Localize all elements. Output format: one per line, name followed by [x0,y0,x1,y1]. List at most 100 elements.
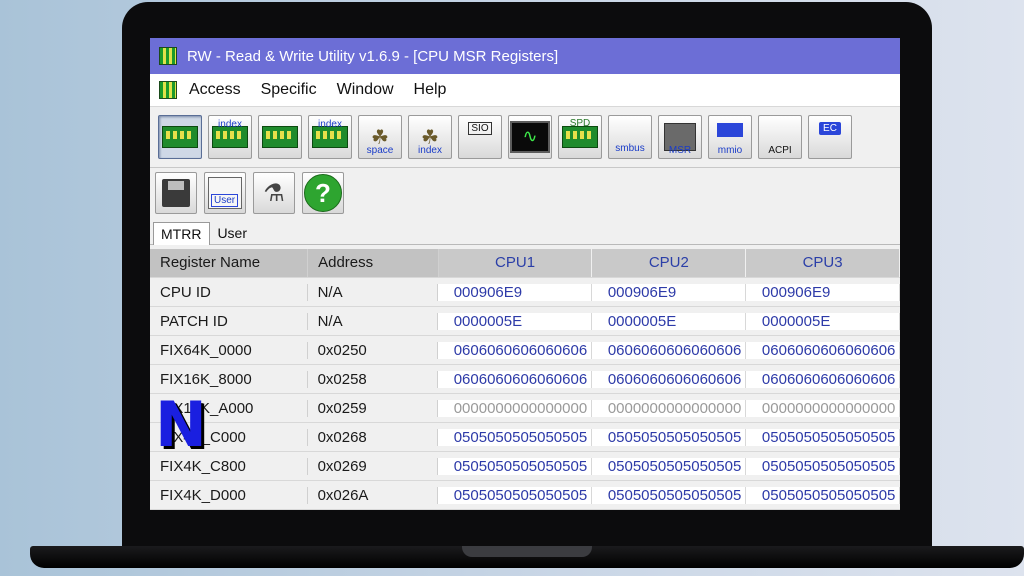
cpu3-value-cell[interactable]: 000906E9 [745,283,900,301]
microscope-button[interactable]: ⚗ [253,172,295,214]
cpu3-value-cell[interactable]: 0505050505050505 [745,457,900,475]
address-cell[interactable]: 0x026A [307,486,438,504]
address-cell[interactable]: N/A [307,283,438,301]
tab-user[interactable]: User [210,222,255,244]
msr-icon: MSR [668,145,692,156]
cpu1-value-cell[interactable]: 0505050505050505 [437,428,592,446]
cpu1-value-cell[interactable]: 0505050505050505 [437,486,592,504]
user-icon: User [208,177,242,209]
address-cell[interactable]: 0x0269 [307,457,438,475]
pci-board-button[interactable] [158,115,202,159]
cpu2-value-cell[interactable]: 0606060606060606 [591,370,746,388]
memory-button[interactable] [258,115,302,159]
system-menu-icon[interactable] [159,81,177,99]
cpu2-value-cell[interactable]: 0000005E [591,312,746,330]
acpi-button[interactable]: ACPI [758,115,802,159]
save-icon [162,179,190,207]
cpu3-value-cell[interactable]: 0000005E [745,312,900,330]
spd-button[interactable]: SPD [558,115,602,159]
index-memory-button[interactable]: index [308,115,352,159]
window-title: RW - Read & Write Utility v1.6.9 - [CPU … [187,47,559,65]
io-index-button[interactable]: ☘ index [408,115,452,159]
mmio-button[interactable]: mmio [708,115,752,159]
table-row[interactable]: CPU ID N/A 000906E9 000906E9 000906E9 [150,278,900,307]
register-name-cell[interactable]: FIX4K_D000 [150,486,308,504]
address-cell[interactable]: 0x0268 [307,428,438,446]
oscilloscope-icon: ∿ [510,121,550,153]
register-name-cell[interactable]: CPU ID [150,283,308,301]
help-button[interactable]: ? [302,172,344,214]
msr-button[interactable]: MSR [658,115,702,159]
user-button[interactable]: User [204,172,246,214]
column-register-name[interactable]: Register Name [150,249,309,277]
acpi-icon: ACPI [768,145,792,156]
cpu1-value-cell[interactable]: 0000005E [437,312,592,330]
table-row[interactable]: PATCH ID N/A 0000005E 0000005E 0000005E [150,307,900,336]
table-row[interactable]: FIX64K_0000 0x0250 0606060606060606 0606060… [150,336,900,365]
menu-window[interactable]: Window [337,81,394,99]
sio-button[interactable]: SIO [458,115,502,159]
cpu1-value-cell[interactable]: 0606060606060606 [437,341,592,359]
menu-access[interactable]: Access [189,81,241,99]
column-cpu3[interactable]: CPU3 [746,249,900,277]
register-name-cell[interactable]: FIX16K_8000 [150,370,308,388]
tab-mtrr[interactable]: MTRR [153,222,211,245]
cpu2-value-cell[interactable]: 0000000000000000 [591,399,746,417]
cpu1-value-cell[interactable]: 0000000000000000 [437,399,592,417]
mmio-icon: mmio [717,145,743,156]
save-button[interactable] [155,172,197,214]
cpu1-value-cell[interactable]: 0505050505050505 [437,457,592,475]
mmio-box-icon [717,123,743,137]
menu-specific[interactable]: Specific [261,81,317,99]
title-bar: RW - Read & Write Utility v1.6.9 - [CPU … [150,38,900,74]
ec-icon: EC [819,122,841,135]
table-row[interactable]: FIX16K_A000 0x0259 0000000000000000 0000000… [150,394,900,423]
address-cell[interactable]: N/A [307,312,438,330]
column-cpu1[interactable]: CPU1 [438,249,593,277]
menu-bar: Access Specific Window Help [150,74,900,107]
address-cell[interactable]: 0x0258 [307,370,438,388]
cpu3-value-cell[interactable]: 0505050505050505 [745,486,900,504]
menu-help[interactable]: Help [414,81,447,99]
column-cpu2[interactable]: CPU2 [592,249,747,277]
help-icon: ? [304,174,342,212]
column-address[interactable]: Address [308,249,439,277]
cpu3-value-cell[interactable]: 0606060606060606 [745,341,900,359]
table-row[interactable]: FIX4K_C800 0x0269 0505050505050505 05050505… [150,452,900,481]
cpu3-value-cell[interactable]: 0000000000000000 [745,399,900,417]
cpu3-value-cell[interactable]: 0606060606060606 [745,370,900,388]
cpu2-value-cell[interactable]: 0606060606060606 [591,341,746,359]
cpu2-value-cell[interactable]: 0505050505050505 [591,428,746,446]
register-table: Register Name Address CPU1 CPU2 CPU3 CPU… [150,249,900,510]
ec-button[interactable]: EC [808,115,852,159]
spd-icon: SPD [569,118,591,129]
app-icon [159,47,177,65]
table-row[interactable]: FIX4K_C000 0x0268 0505050505050505 05050505… [150,423,900,452]
laptop-notch [462,546,592,557]
smbus-icon: smbus [615,143,645,154]
cpu3-value-cell[interactable]: 0505050505050505 [745,428,900,446]
sio-icon: SIO [468,122,492,135]
cpu2-value-cell[interactable]: 0505050505050505 [591,457,746,475]
smbus-button[interactable]: smbus [608,115,652,159]
io-space-button[interactable]: ☘ space [358,115,402,159]
address-cell[interactable]: 0x0250 [307,341,438,359]
index-board-button[interactable]: index [208,115,252,159]
main-toolbar: index index ☘ space ☘ index SIO ∿ SPD smbu… [150,107,900,168]
io-index-label: index [418,145,442,156]
register-name-cell[interactable]: FIX64K_0000 [150,341,308,359]
oscilloscope-button[interactable]: ∿ [508,115,552,159]
table-row[interactable]: FIX4K_D000 0x026A 0505050505050505 05050505… [150,481,900,510]
cpu1-value-cell[interactable]: 000906E9 [437,283,592,301]
table-body: CPU ID N/A 000906E9 000906E9 000906E9 PATCH I… [150,278,900,510]
space-label: space [366,145,394,156]
cpu2-value-cell[interactable]: 0505050505050505 [591,486,746,504]
cpu1-value-cell[interactable]: 0606060606060606 [437,370,592,388]
spd-board-icon [562,126,598,148]
cpu2-value-cell[interactable]: 000906E9 [591,283,746,301]
user-label: User [211,194,239,207]
table-row[interactable]: FIX16K_8000 0x0258 0606060606060606 0606060… [150,365,900,394]
address-cell[interactable]: 0x0259 [307,399,438,417]
pci-board-icon [162,126,198,148]
register-name-cell[interactable]: PATCH ID [150,312,308,330]
